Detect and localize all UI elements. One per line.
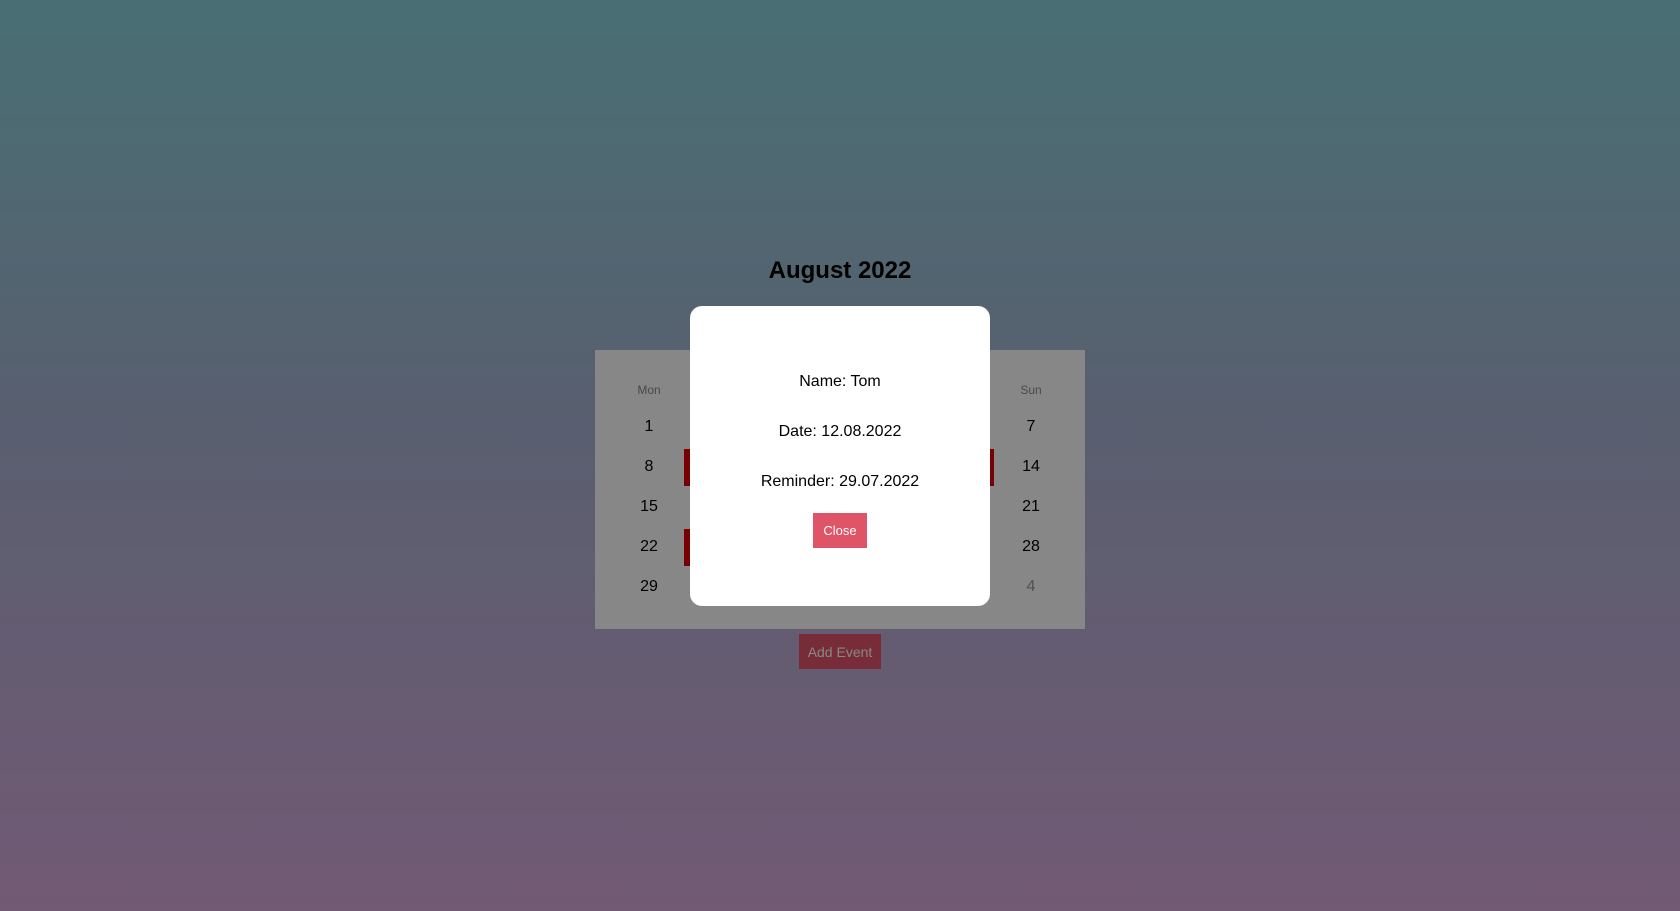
close-button[interactable]: Close xyxy=(813,513,867,548)
event-details-modal: Name: Tom Date: 12.08.2022 Reminder: 29.… xyxy=(690,306,990,606)
event-date: Date: 12.08.2022 xyxy=(778,423,902,440)
event-name: Name: Tom xyxy=(799,373,881,390)
event-reminder: Reminder: 29.07.2022 xyxy=(760,473,920,490)
